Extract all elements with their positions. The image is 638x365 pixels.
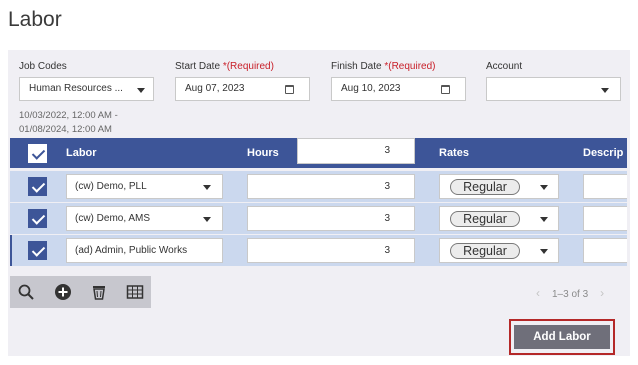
chevron-down-icon [203, 185, 211, 190]
date-range-start: 10/03/2022, 12:00 AM - [19, 110, 118, 121]
rate-select[interactable]: Regular [439, 174, 559, 199]
finish-date-value: Aug 10, 2023 [341, 83, 401, 94]
rate-select[interactable]: Regular [439, 206, 559, 231]
start-date-value: Aug 07, 2023 [185, 83, 245, 94]
description-input[interactable] [583, 206, 627, 231]
add-labor-button[interactable]: Add Labor [514, 325, 610, 349]
rate-chip: Regular [450, 179, 520, 195]
chevron-down-icon [540, 217, 548, 222]
chevron-down-icon [540, 185, 548, 190]
labor-select[interactable]: (cw) Demo, PLL [66, 174, 223, 199]
start-date-required: *(Required) [222, 61, 274, 72]
prev-page-icon[interactable]: ‹ [536, 286, 540, 300]
labor-select[interactable]: (cw) Demo, AMS [66, 206, 223, 231]
grid-toolbar [10, 276, 151, 308]
finish-date-label: Finish Date *(Required) [331, 61, 436, 72]
page-title: Labor [8, 8, 62, 31]
table-row[interactable]: (cw) Demo, PLL 3 Regular [10, 171, 627, 202]
table-icon[interactable] [126, 283, 144, 301]
calendar-icon[interactable] [285, 85, 294, 94]
select-all-checkbox[interactable] [28, 144, 47, 163]
finish-date-input[interactable]: Aug 10, 2023 [331, 77, 466, 101]
start-date-input[interactable]: Aug 07, 2023 [175, 77, 310, 101]
table-row[interactable]: (cw) Demo, AMS 3 Regular [10, 203, 627, 234]
column-hours[interactable]: Hours [247, 147, 279, 159]
account-label: Account [486, 61, 523, 72]
header-hours-input[interactable]: 3 [297, 138, 415, 164]
description-input[interactable] [583, 174, 627, 199]
rate-chip: Regular [450, 211, 520, 227]
rate-chip: Regular [450, 243, 520, 259]
labor-value: (cw) Demo, PLL [75, 181, 147, 192]
column-labor[interactable]: Labor [66, 147, 97, 159]
chevron-down-icon [137, 88, 145, 93]
job-codes-value: Human Resources ... [29, 83, 123, 94]
hours-input[interactable]: 3 [247, 238, 415, 263]
description-input[interactable] [583, 238, 627, 263]
calendar-icon[interactable] [441, 85, 450, 94]
row-checkbox[interactable] [28, 241, 47, 260]
account-select[interactable] [486, 77, 621, 101]
table-row[interactable]: (ad) Admin, Public Works 3 Regular [10, 235, 627, 266]
finish-date-label-text: Finish Date [331, 61, 382, 72]
chevron-down-icon [203, 217, 211, 222]
labor-value: (ad) Admin, Public Works [75, 245, 188, 256]
grid-header: Labor Hours 3 Rates Descrip [10, 138, 627, 168]
hours-input[interactable]: 3 [247, 174, 415, 199]
column-description[interactable]: Descrip [583, 147, 623, 159]
start-date-label: Start Date *(Required) [175, 61, 274, 72]
date-range-text: 10/03/2022, 12:00 AM - 01/08/2024, 12:00… [19, 109, 118, 137]
finish-date-required: *(Required) [384, 61, 436, 72]
row-checkbox[interactable] [28, 177, 47, 196]
row-checkbox[interactable] [28, 209, 47, 228]
chevron-down-icon [601, 88, 609, 93]
job-codes-select[interactable]: Human Resources ... [19, 77, 154, 101]
start-date-label-text: Start Date [175, 61, 221, 72]
add-icon[interactable] [54, 283, 72, 301]
pager-text: 1–3 of 3 [552, 289, 589, 300]
job-codes-label: Job Codes [19, 61, 67, 72]
rate-select[interactable]: Regular [439, 238, 559, 263]
hours-input[interactable]: 3 [247, 206, 415, 231]
labor-value: (cw) Demo, AMS [75, 213, 151, 224]
search-icon[interactable] [17, 283, 35, 301]
delete-icon[interactable] [90, 283, 108, 301]
date-range-end: 01/08/2024, 12:00 AM [19, 124, 112, 135]
labor-grid: Labor Hours 3 Rates Descrip (cw) Demo, P… [10, 138, 627, 268]
column-rates[interactable]: Rates [439, 147, 469, 159]
next-page-icon[interactable]: › [600, 286, 604, 300]
add-labor-highlight: Add Labor [509, 319, 615, 355]
pager: ‹ 1–3 of 3 › [536, 286, 604, 300]
chevron-down-icon [540, 249, 548, 254]
labor-select[interactable]: (ad) Admin, Public Works [66, 238, 223, 263]
